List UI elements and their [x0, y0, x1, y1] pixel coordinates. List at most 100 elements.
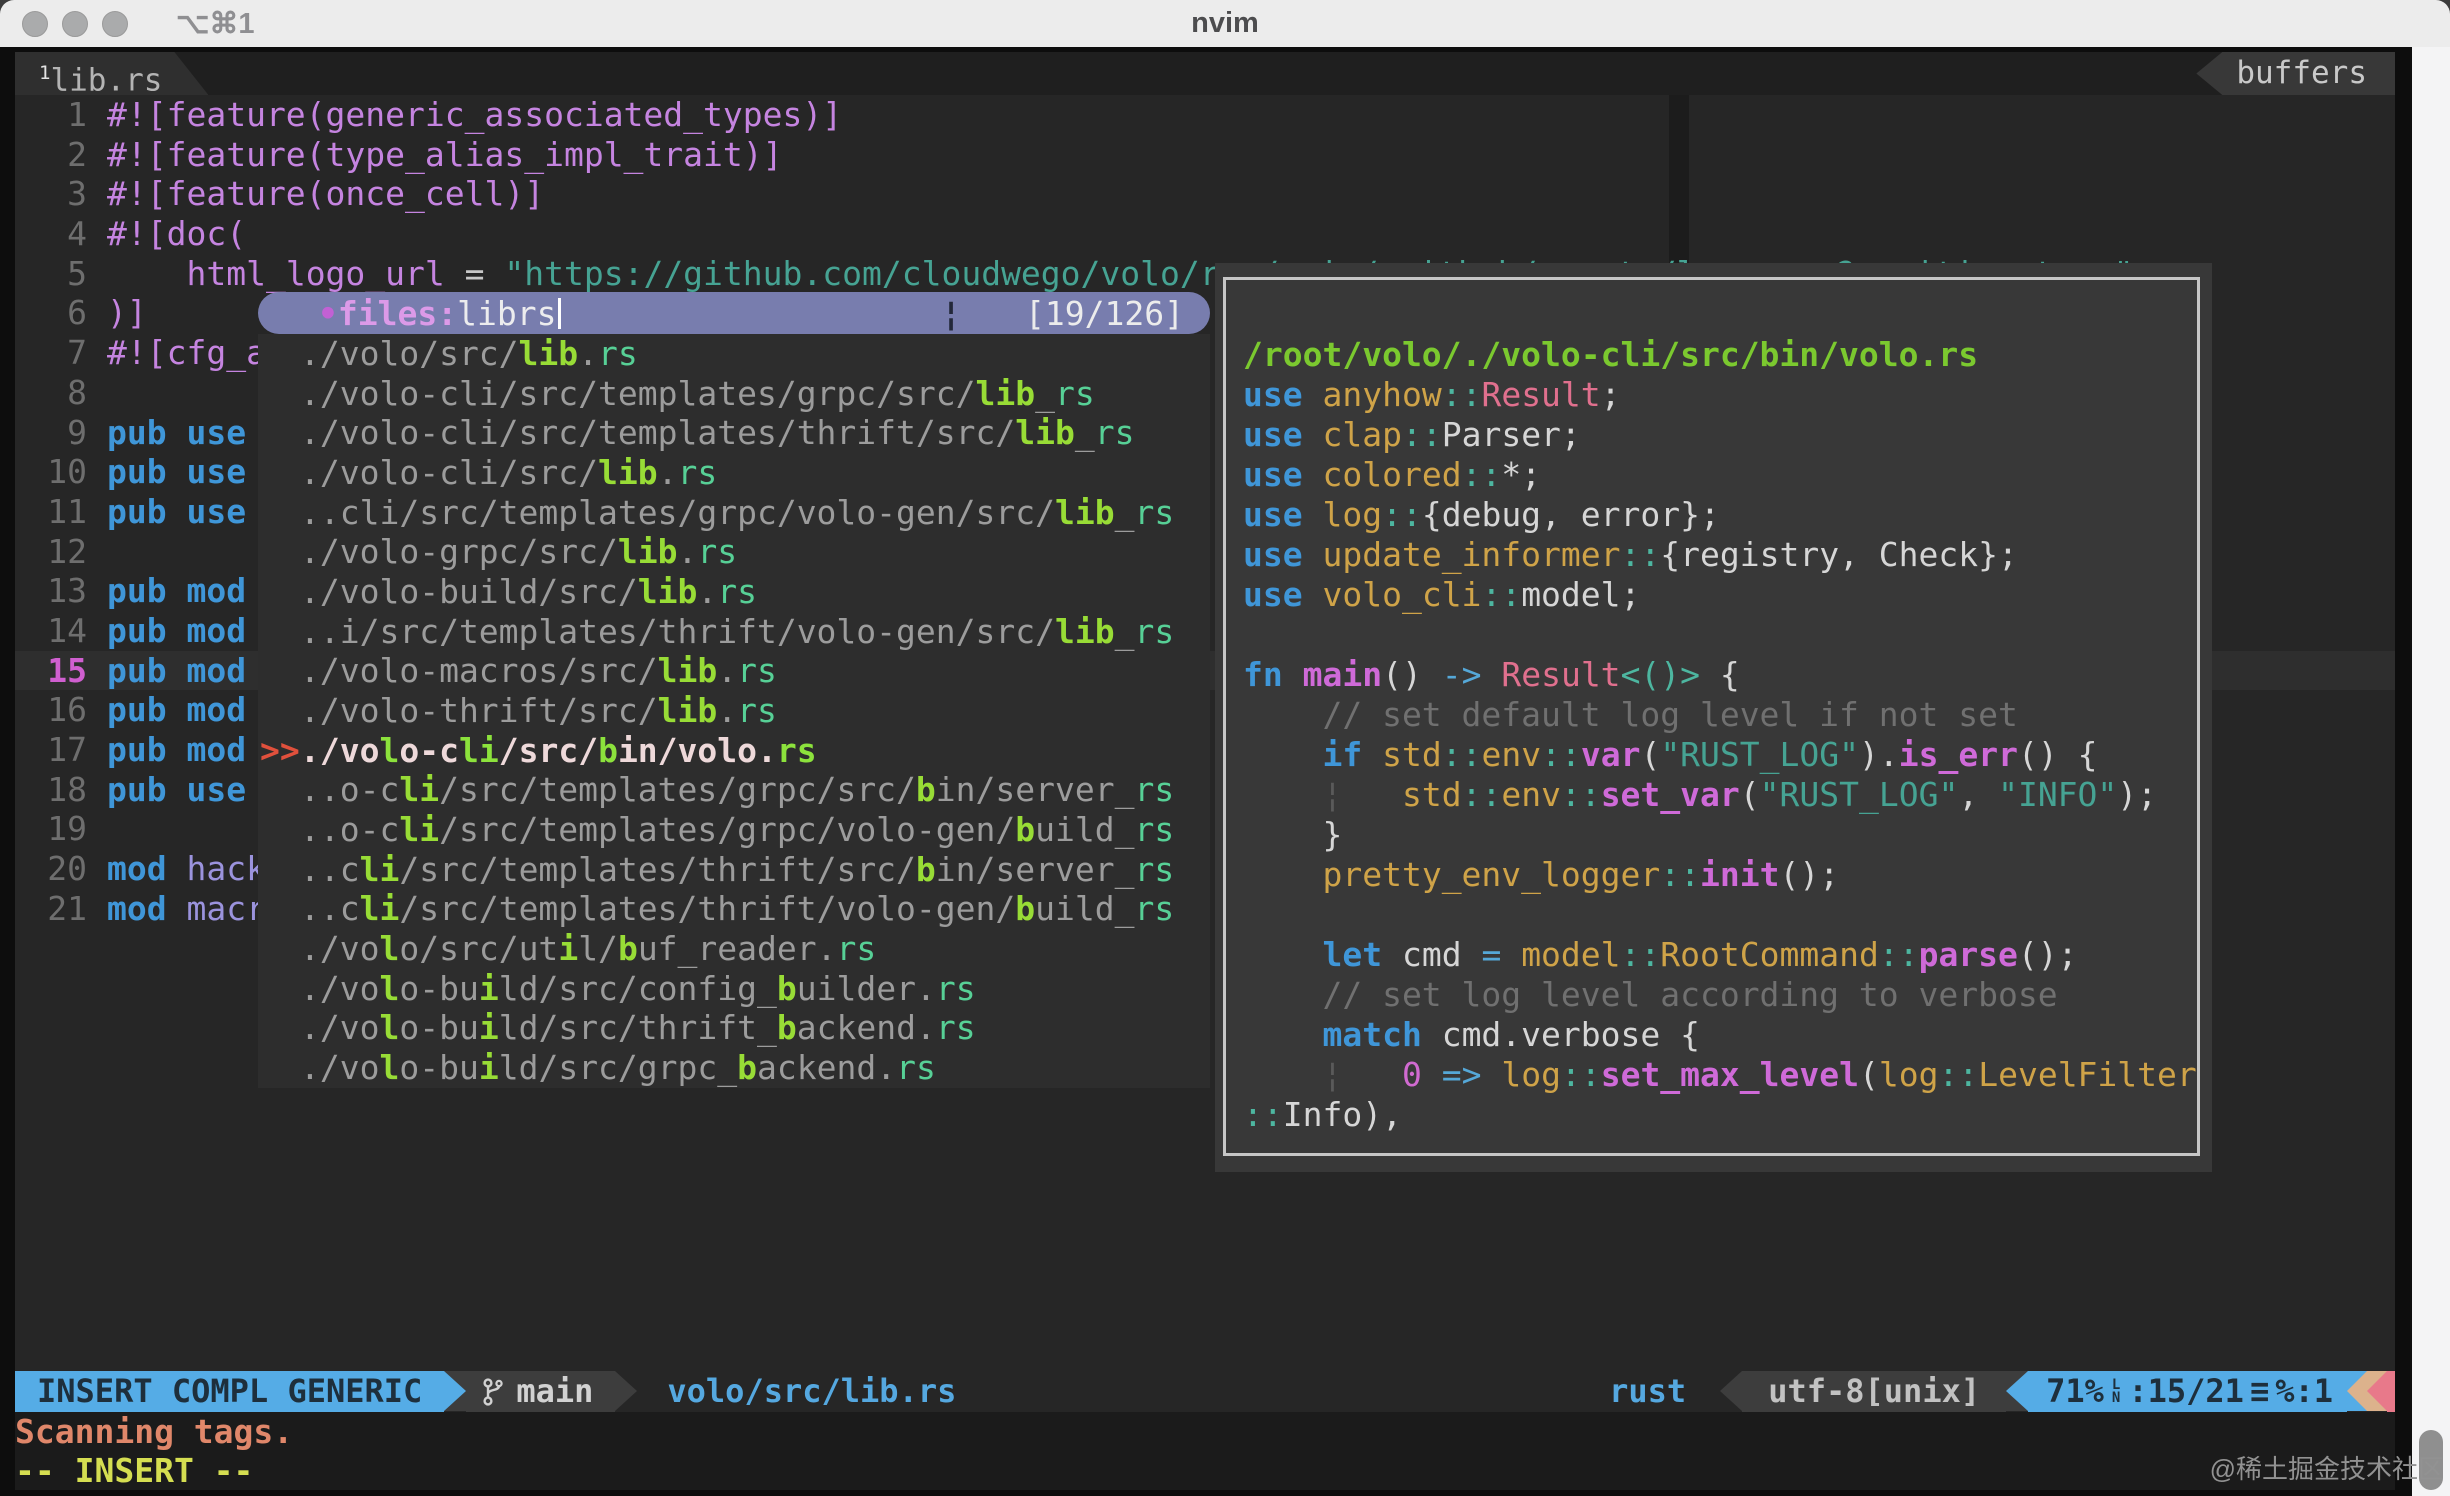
- tab-lib-rs[interactable]: 1lib.rs: [15, 52, 208, 95]
- code-line[interactable]: 2 #![feature(type_alias_impl_trait)]: [15, 135, 2395, 175]
- window-title: nvim: [1191, 7, 1259, 39]
- preview-line: let cmd = model::RootCommand::parse();: [1322, 935, 2078, 974]
- list-item[interactable]: >> ./volo-cli/src/bin/volo.rs: [258, 731, 1210, 771]
- cursor-position: :15/21: [2128, 1372, 2244, 1410]
- preview-line: /root/volo/./volo-cli/src/bin/volo.rs: [1243, 335, 1979, 374]
- list-item[interactable]: ..cli/src/templates/thrift/src/bin/serve…: [258, 850, 1210, 890]
- powerline-separator: [444, 1371, 467, 1411]
- preview-line: match cmd.verbose {: [1322, 1015, 1700, 1054]
- powerline-separator: [2367, 1371, 2387, 1411]
- list-item[interactable]: ..cli/src/templates/thrift/volo-gen/buil…: [258, 889, 1210, 929]
- line-number: 2: [67, 134, 87, 174]
- list-item[interactable]: ./volo-cli/src/lib.rs: [258, 453, 1210, 493]
- powerline-separator: [1720, 1371, 1743, 1411]
- line-number: 12: [47, 531, 87, 571]
- preview-line: use colored::*;: [1243, 455, 1542, 494]
- watermark: @稀土掘金技术社区: [2209, 1454, 2444, 1484]
- powerline-separator: [2347, 1371, 2367, 1411]
- scrollbar-track[interactable]: [2412, 47, 2450, 1496]
- fuzzy-finder-results: ./volo/src/lib.rs ./volo-cli/src/template…: [258, 334, 1210, 1088]
- encoding-indicator: utf-8[unix]: [1742, 1371, 2007, 1412]
- insert-mode-message: -- INSERT --: [15, 1451, 254, 1490]
- line-number: 7: [67, 333, 87, 373]
- preview-line: use update_informer::{registry, Check};: [1243, 535, 2018, 574]
- fuzzy-finder-input[interactable]: • files: librs ¦ [19/126]: [258, 292, 1210, 334]
- preview-line: // set default log level if not set: [1243, 695, 2018, 734]
- preview-line: [1243, 895, 2192, 935]
- preview-line: use anyhow::Result;: [1243, 375, 1621, 414]
- tab-number: 1: [39, 62, 51, 84]
- list-item[interactable]: ./volo-thrift/src/lib.rs: [258, 691, 1210, 731]
- selected-marker: >>: [260, 730, 300, 770]
- list-item[interactable]: ..i/src/templates/thrift/volo-gen/src/li…: [258, 612, 1210, 652]
- line-number: 3: [67, 174, 87, 214]
- list-item[interactable]: ./volo-macros/src/lib.rs: [258, 651, 1210, 691]
- preview-line: use volo_cli::model;: [1243, 575, 1641, 614]
- list-item[interactable]: ./volo-cli/src/templates/grpc/src/lib_rs: [258, 374, 1210, 414]
- line-number: 15: [47, 650, 87, 690]
- line-number: 19: [47, 809, 87, 849]
- input-separator: ¦: [941, 293, 962, 333]
- filetype-indicator: rust: [1609, 1372, 1687, 1410]
- line-number: 6: [67, 293, 87, 333]
- git-branch-icon: [483, 1377, 504, 1406]
- list-item[interactable]: ..cli/src/templates/grpc/volo-gen/src/li…: [258, 493, 1210, 533]
- line-number: 16: [47, 690, 87, 730]
- list-item[interactable]: ./volo-grpc/src/lib.rs: [258, 532, 1210, 572]
- code-line[interactable]: 1 #![feature(generic_associated_types)]: [15, 95, 2395, 135]
- position-segment: 71% L N :15/21 ≡ %:1: [2028, 1371, 2347, 1412]
- preview-line: }: [1243, 815, 1343, 854]
- tab-label: lib.rs: [50, 62, 163, 99]
- buffer-indicator: %:1: [2275, 1372, 2333, 1410]
- prompt-bullet-icon: •: [318, 293, 338, 333]
- list-item[interactable]: ..o-cli/src/templates/grpc/src/bin/serve…: [258, 770, 1210, 810]
- powerline-separator: [615, 1371, 638, 1411]
- line-number: 8: [67, 372, 87, 412]
- code-line[interactable]: 4 #![doc(: [15, 214, 2395, 254]
- line-number: 9: [67, 412, 87, 452]
- line-number: 21: [47, 888, 87, 928]
- list-item[interactable]: ./volo-build/src/lib.rs: [258, 572, 1210, 612]
- list-item[interactable]: ./volo-build/src/config_builder.rs: [258, 969, 1210, 1009]
- list-item[interactable]: ./volo/src/lib.rs: [258, 334, 1210, 374]
- line-number: 14: [47, 610, 87, 650]
- code-line[interactable]: 3 #![feature(once_cell)]: [15, 174, 2395, 214]
- statusline: INSERT COMPL GENERIC main volo/src/lib.r…: [15, 1371, 2395, 1412]
- list-icon: ≡: [2249, 1372, 2270, 1410]
- preview-window: /root/volo/./volo-cli/src/bin/volo.rs use…: [1215, 263, 2212, 1172]
- preview-line: fn main() -> Result<()> {: [1243, 655, 1740, 694]
- list-item[interactable]: ./volo/src/util/buf_reader.rs: [258, 929, 1210, 969]
- list-item[interactable]: ./volo-cli/src/templates/thrift/src/lib_…: [258, 413, 1210, 453]
- list-item[interactable]: ./volo-build/src/grpc_backend.rs: [258, 1048, 1210, 1088]
- line-number: 10: [47, 452, 87, 492]
- line-number-icon: L N: [2111, 1376, 2121, 1406]
- preview-code: /root/volo/./volo-cli/src/bin/volo.rs use…: [1243, 335, 2197, 1135]
- scroll-percent: 71%: [2046, 1372, 2104, 1410]
- git-branch-segment: main: [466, 1371, 616, 1412]
- git-branch-name: main: [516, 1372, 594, 1410]
- list-item[interactable]: ./volo-build/src/thrift_backend.rs: [258, 1008, 1210, 1048]
- statusline-spacer: [956, 1371, 1609, 1412]
- statusline-end-cap: [2387, 1371, 2395, 1412]
- message-area: Scanning tags. -- INSERT --: [15, 1412, 2395, 1490]
- titlebar: ⌥⌘1 nvim: [0, 0, 2450, 47]
- line-number: 18: [47, 769, 87, 809]
- app-window: ⌥⌘1 nvim 1lib.rs buffers 1 #![feature(gen…: [0, 0, 2450, 1496]
- result-count: [19/126]: [1025, 293, 1184, 333]
- list-item[interactable]: ..o-cli/src/templates/grpc/volo-gen/buil…: [258, 810, 1210, 850]
- finder-mode-label: files:: [337, 293, 458, 333]
- search-query: librs: [457, 293, 557, 333]
- line-number: 11: [47, 491, 87, 531]
- scanning-tags-message: Scanning tags.: [15, 1412, 294, 1451]
- line-number: 1: [67, 95, 87, 134]
- preview-line: use log::{debug, error};: [1243, 495, 1720, 534]
- preview-line: ::Info),: [1243, 1095, 1402, 1134]
- preview-line: use clap::Parser;: [1243, 415, 1581, 454]
- preview-line: // set log level according to verbose: [1243, 975, 2058, 1014]
- line-number: 17: [47, 730, 87, 769]
- tabline: 1lib.rs buffers: [15, 52, 2395, 95]
- powerline-separator: [2006, 1371, 2029, 1411]
- buffers-label[interactable]: buffers: [2196, 52, 2395, 95]
- file-path: volo/src/lib.rs: [667, 1372, 957, 1410]
- preview-line: ¦ std::env::set_var("RUST_LOG", "INFO");: [1322, 775, 2158, 814]
